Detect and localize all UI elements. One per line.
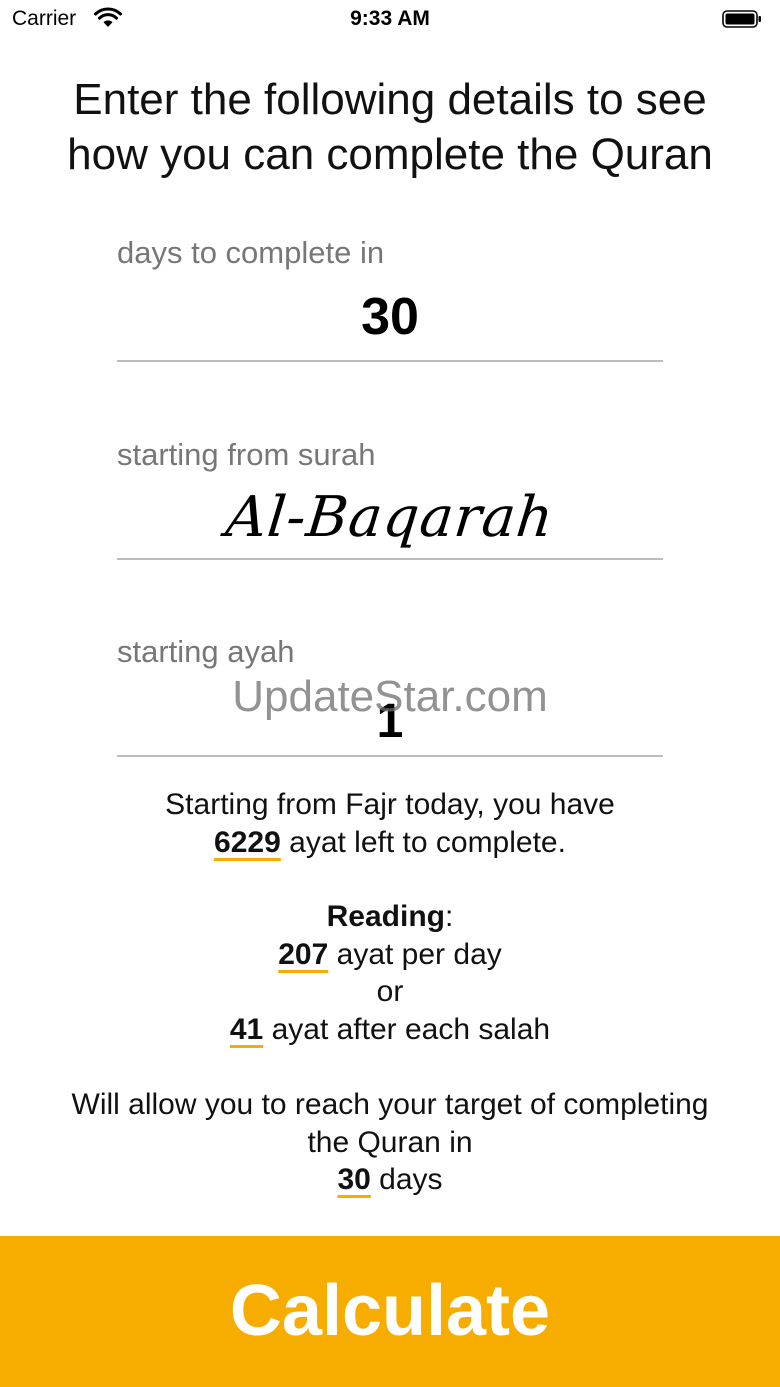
ayat-per-day-count: 207 [278,937,329,971]
days-to-complete-field[interactable]: days to complete in 30 [117,235,663,365]
days-to-complete-input[interactable]: 30 [117,287,663,347]
battery-icon [722,10,761,28]
watermark: UpdateStar.com [232,672,548,721]
starting-surah-field[interactable]: starting from surah Al-Baqarah [117,437,663,562]
target-days-count: 30 [337,1163,371,1196]
reading-label: Reading [326,900,445,933]
target-line-1: Will allow you to reach your target of c… [71,1088,709,1121]
page-title: Enter the following details to see how y… [30,72,750,182]
target-days-line: 30 days [0,1161,780,1199]
reading-colon: : [445,900,454,933]
or-label: or [376,975,404,1008]
days-field-underline [117,360,663,362]
ayat-left-suffix: ayat left to complete. [280,825,566,859]
ayat-left-count: 6229 [214,825,281,859]
starting-surah-label: starting from surah [117,437,376,472]
reading-heading: Reading: [0,898,780,936]
ayat-left-line-1: Starting from Fajr today, you have [165,788,615,821]
ayat-left-line-2: 6229 ayat left to complete. [0,824,780,862]
starting-ayah-label: starting ayah [117,634,295,669]
starting-surah-picker[interactable]: Al-Baqarah [114,485,667,550]
ayah-field-underline [117,755,663,757]
reading-summary: Reading: 207 ayat per day or 41 ayat aft… [0,898,780,1048]
status-time: 9:33 AM [350,7,430,30]
ayat-left-summary: Starting from Fajr today, you have 6229 … [0,786,780,861]
ayat-per-salah-suffix: ayat after each salah [263,1012,551,1046]
days-to-complete-label: days to complete in [117,235,385,270]
calculate-button[interactable]: Calculate [0,1236,780,1387]
ayat-per-day-suffix: ayat per day [328,937,502,971]
target-summary: Will allow you to reach your target of c… [0,1086,780,1199]
per-day-line: 207 ayat per day [0,936,780,974]
target-line-2: the Quran in [307,1125,473,1159]
page-title-line-1: Enter the following details to see [73,75,707,124]
page-title-line-2: how you can complete the Quran [67,130,713,179]
per-salah-line: 41 ayat after each salah [0,1011,780,1049]
surah-field-underline [117,558,663,560]
ayat-per-salah-count: 41 [229,1012,264,1046]
status-bar: Carrier 9:33 AM [0,0,780,40]
target-days-suffix: days [370,1163,443,1196]
